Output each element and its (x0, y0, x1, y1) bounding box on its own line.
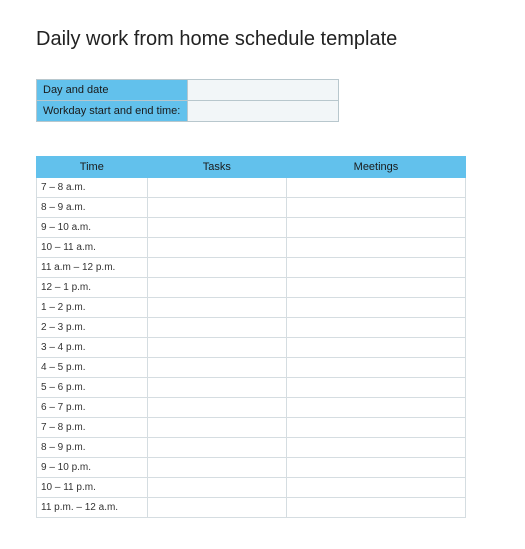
table-row: 9 – 10 a.m. (37, 218, 466, 238)
page: Daily work from home schedule template D… (0, 0, 525, 548)
table-row: 2 – 3 p.m. (37, 318, 466, 338)
table-row: 1 – 2 p.m. (37, 298, 466, 318)
time-cell: 10 – 11 a.m. (37, 238, 148, 258)
time-cell: 9 – 10 p.m. (37, 458, 148, 478)
page-title: Daily work from home schedule template (36, 28, 489, 51)
table-row: 9 – 10 p.m. (37, 458, 466, 478)
meta-row: Day and date (37, 80, 339, 101)
header-meetings: Meetings (286, 157, 465, 178)
tasks-cell[interactable] (147, 238, 286, 258)
meetings-cell[interactable] (286, 418, 465, 438)
tasks-cell[interactable] (147, 338, 286, 358)
time-cell: 12 – 1 p.m. (37, 278, 148, 298)
meetings-cell[interactable] (286, 498, 465, 518)
meetings-cell[interactable] (286, 298, 465, 318)
time-cell: 7 – 8 a.m. (37, 178, 148, 198)
schedule-body: 7 – 8 a.m. 8 – 9 a.m. 9 – 10 a.m. 10 – 1… (37, 178, 466, 518)
meetings-cell[interactable] (286, 218, 465, 238)
time-cell: 11 a.m – 12 p.m. (37, 258, 148, 278)
table-row: 8 – 9 p.m. (37, 438, 466, 458)
time-cell: 8 – 9 a.m. (37, 198, 148, 218)
table-row: 3 – 4 p.m. (37, 338, 466, 358)
tasks-cell[interactable] (147, 318, 286, 338)
time-cell: 7 – 8 p.m. (37, 418, 148, 438)
time-cell: 8 – 9 p.m. (37, 438, 148, 458)
schedule-table: Time Tasks Meetings 7 – 8 a.m. 8 – 9 a.m… (36, 156, 466, 518)
tasks-cell[interactable] (147, 478, 286, 498)
table-row: 11 a.m – 12 p.m. (37, 258, 466, 278)
time-cell: 1 – 2 p.m. (37, 298, 148, 318)
meetings-cell[interactable] (286, 318, 465, 338)
tasks-cell[interactable] (147, 378, 286, 398)
meetings-cell[interactable] (286, 258, 465, 278)
header-tasks: Tasks (147, 157, 286, 178)
table-row: 7 – 8 p.m. (37, 418, 466, 438)
meetings-cell[interactable] (286, 438, 465, 458)
meta-value-day-date[interactable] (188, 80, 339, 101)
meetings-cell[interactable] (286, 478, 465, 498)
time-cell: 11 p.m. – 12 a.m. (37, 498, 148, 518)
header-time: Time (37, 157, 148, 178)
table-row: 8 – 9 a.m. (37, 198, 466, 218)
tasks-cell[interactable] (147, 198, 286, 218)
meetings-cell[interactable] (286, 378, 465, 398)
time-cell: 4 – 5 p.m. (37, 358, 148, 378)
meetings-cell[interactable] (286, 178, 465, 198)
meetings-cell[interactable] (286, 358, 465, 378)
meetings-cell[interactable] (286, 338, 465, 358)
meetings-cell[interactable] (286, 238, 465, 258)
meta-label-day-date: Day and date (37, 80, 188, 101)
tasks-cell[interactable] (147, 498, 286, 518)
schedule-header-row: Time Tasks Meetings (37, 157, 466, 178)
table-row: 12 – 1 p.m. (37, 278, 466, 298)
meetings-cell[interactable] (286, 398, 465, 418)
tasks-cell[interactable] (147, 458, 286, 478)
table-row: 10 – 11 a.m. (37, 238, 466, 258)
tasks-cell[interactable] (147, 358, 286, 378)
table-row: 10 – 11 p.m. (37, 478, 466, 498)
tasks-cell[interactable] (147, 298, 286, 318)
meetings-cell[interactable] (286, 198, 465, 218)
tasks-cell[interactable] (147, 438, 286, 458)
meta-label-workday-time: Workday start and end time: (37, 101, 188, 122)
tasks-cell[interactable] (147, 218, 286, 238)
meta-value-workday-time[interactable] (188, 101, 339, 122)
tasks-cell[interactable] (147, 278, 286, 298)
meetings-cell[interactable] (286, 278, 465, 298)
time-cell: 3 – 4 p.m. (37, 338, 148, 358)
meetings-cell[interactable] (286, 458, 465, 478)
table-row: 5 – 6 p.m. (37, 378, 466, 398)
tasks-cell[interactable] (147, 398, 286, 418)
time-cell: 10 – 11 p.m. (37, 478, 148, 498)
meta-table: Day and date Workday start and end time: (36, 79, 339, 122)
tasks-cell[interactable] (147, 258, 286, 278)
time-cell: 2 – 3 p.m. (37, 318, 148, 338)
time-cell: 6 – 7 p.m. (37, 398, 148, 418)
time-cell: 5 – 6 p.m. (37, 378, 148, 398)
table-row: 7 – 8 a.m. (37, 178, 466, 198)
table-row: 4 – 5 p.m. (37, 358, 466, 378)
table-row: 6 – 7 p.m. (37, 398, 466, 418)
tasks-cell[interactable] (147, 418, 286, 438)
table-row: 11 p.m. – 12 a.m. (37, 498, 466, 518)
tasks-cell[interactable] (147, 178, 286, 198)
time-cell: 9 – 10 a.m. (37, 218, 148, 238)
meta-row: Workday start and end time: (37, 101, 339, 122)
